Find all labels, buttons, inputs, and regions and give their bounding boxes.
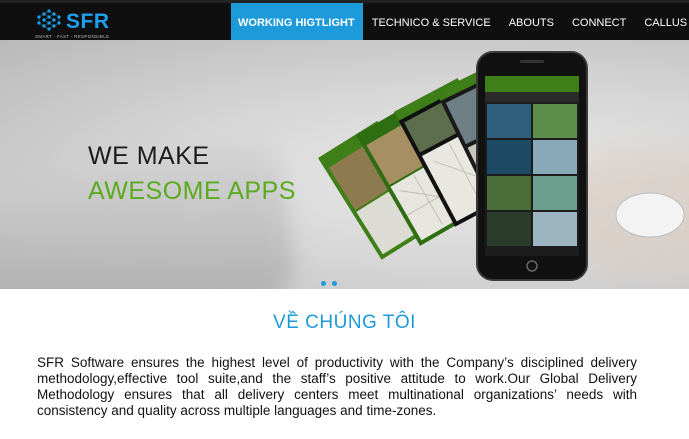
slider-dot-2[interactable] xyxy=(332,281,337,286)
brand-logo[interactable]: SFR SMART - FAST - RESPONSIBLE xyxy=(34,7,114,41)
logo-hex-icon xyxy=(37,9,61,31)
hero-headline-line1: WE MAKE xyxy=(88,142,210,170)
nav-item-working-highlight[interactable]: WORKING HIGTLIGHT xyxy=(231,3,363,43)
main-nav: WORKING HIGTLIGHT TECHNICO & SERVICE ABO… xyxy=(231,3,689,43)
hero-headline-line2: AWESOME APPS xyxy=(88,177,296,205)
about-description: SFR Software ensures the highest level o… xyxy=(37,355,637,418)
top-navigation-bar: SFR SMART - FAST - RESPONSIBLE WORKING H… xyxy=(0,0,689,43)
nav-item-connect[interactable]: CONNECT xyxy=(563,3,635,43)
slider-dot-3[interactable] xyxy=(343,281,348,286)
nav-item-callus[interactable]: CALLUS xyxy=(635,3,689,43)
nav-item-technico-service[interactable]: TECHNICO & SERVICE xyxy=(363,3,500,43)
nav-item-abouts[interactable]: ABOUTS xyxy=(500,3,563,43)
slider-dots xyxy=(321,281,348,286)
hero-banner: WE MAKE AWESOME APPS xyxy=(0,40,689,289)
slider-dot-1[interactable] xyxy=(321,281,326,286)
about-section-title: VỀ CHÚNG TÔI xyxy=(273,312,416,333)
brand-tagline: SMART - FAST - RESPONSIBLE xyxy=(35,34,110,39)
brand-name: SFR xyxy=(66,10,110,33)
